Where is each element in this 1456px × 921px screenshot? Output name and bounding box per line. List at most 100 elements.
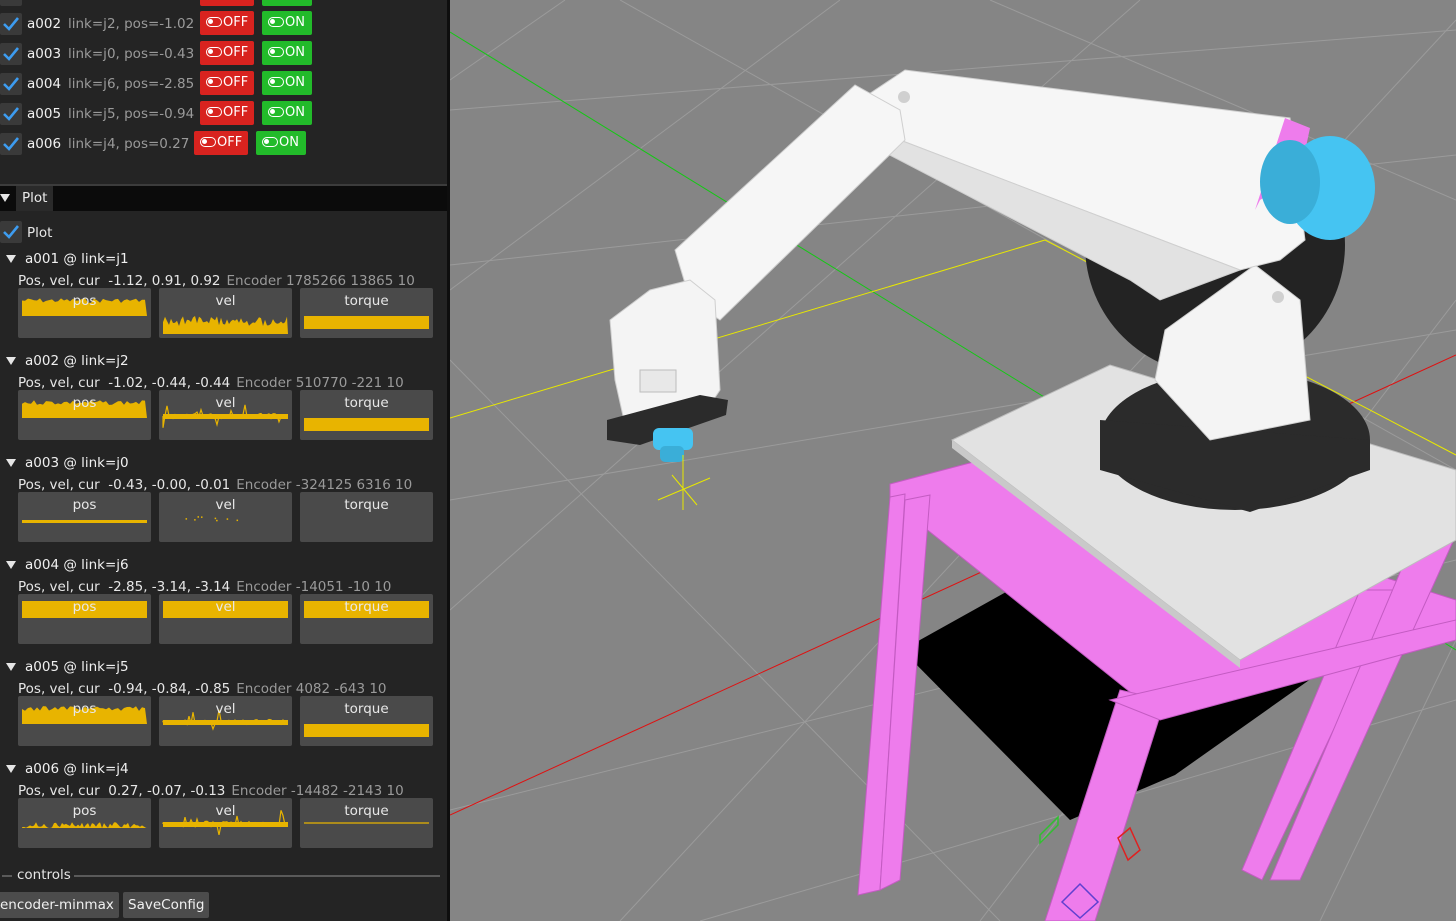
plot-toggle[interactable]: Plot [0, 221, 200, 245]
pos-plot[interactable]: pos [18, 390, 151, 440]
actuator-checkbox[interactable] [0, 0, 22, 6]
plot-tab[interactable]: Plot [16, 186, 54, 211]
off-button[interactable]: OFF [194, 131, 248, 155]
off-button[interactable] [200, 0, 254, 6]
section-header[interactable]: a001 @ link=j1 [0, 250, 300, 270]
vel-plot[interactable]: vel [159, 594, 292, 644]
section-values: Pos, vel, cur -0.43, -0.00, -0.01 Encoder… [18, 477, 412, 493]
collapse-arrow-icon[interactable] [6, 765, 16, 773]
on-button[interactable]: ON [262, 11, 312, 35]
pos-plot[interactable]: pos [18, 288, 151, 338]
on-button[interactable] [262, 0, 312, 6]
actuator-checkbox[interactable] [0, 103, 22, 125]
actuator-plot-section: a005 @ link=j5 Pos, vel, cur -0.94, -0.84… [0, 658, 448, 760]
section-header[interactable]: a004 @ link=j6 [0, 556, 300, 576]
actuator-plot-section: a006 @ link=j4 Pos, vel, cur 0.27, -0.07,… [0, 760, 448, 862]
section-values: Pos, vel, cur -0.94, -0.84, -0.85 Encoder… [18, 681, 387, 697]
vel-plot-label: vel [215, 497, 236, 513]
collapse-arrow-icon[interactable] [6, 459, 16, 467]
encoder-readout: Encoder 510770 -221 10 [236, 375, 404, 391]
encoder-minmax-button[interactable]: encoder-minmax [0, 892, 119, 918]
toggle-on-icon [268, 107, 284, 117]
section-header[interactable]: a006 @ link=j4 [0, 760, 300, 780]
actuator-checkbox[interactable] [0, 133, 22, 155]
values-label: Pos, vel, cur [18, 579, 100, 595]
saveconfig-button[interactable]: SaveConfig [123, 892, 210, 918]
robot-scene [450, 0, 1456, 921]
actuator-plot-section: a003 @ link=j0 Pos, vel, cur -0.43, -0.00… [0, 454, 448, 556]
toggle-on-icon [268, 47, 284, 57]
plot-checkbox[interactable] [0, 221, 22, 243]
collapse-arrow-icon[interactable] [6, 663, 16, 671]
off-button[interactable]: OFF [200, 101, 254, 125]
collapse-arrow-icon[interactable] [0, 194, 10, 202]
pos-plot[interactable]: pos [18, 798, 151, 848]
plot-area [22, 822, 147, 828]
section-header[interactable]: a005 @ link=j5 [0, 658, 300, 678]
vel-plot[interactable]: vel [159, 288, 292, 338]
vel-plot[interactable]: vel [159, 696, 292, 746]
on-button[interactable]: ON [256, 131, 306, 155]
torque-plot[interactable]: torque [300, 594, 433, 644]
controls-title: controls [17, 867, 71, 883]
off-label: OFF [223, 45, 249, 60]
section-title: a006 @ link=j4 [25, 761, 129, 777]
vel-plot-label: vel [215, 599, 236, 615]
off-button[interactable]: OFF [200, 11, 254, 35]
actuator-name: a002 [27, 16, 62, 32]
vel-plot-label: vel [215, 395, 236, 411]
vel-plot[interactable]: vel [159, 492, 292, 542]
off-button[interactable]: OFF [200, 41, 254, 65]
plot-dot [226, 518, 229, 520]
actuator-checkbox[interactable] [0, 13, 22, 35]
actuator-info: link=j0, pos=-0.43 [68, 46, 195, 62]
encoder-readout: Encoder -324125 6316 10 [236, 477, 413, 493]
vel-plot[interactable]: vel [159, 390, 292, 440]
pos-plot-label: pos [72, 701, 97, 717]
on-label: ON [279, 135, 299, 150]
encoder-readout: Encoder 1785266 13865 10 [226, 273, 415, 289]
vel-plot[interactable]: vel [159, 798, 292, 848]
pos-plot-label: pos [72, 599, 97, 615]
section-header[interactable]: a003 @ link=j0 [0, 454, 300, 474]
off-button[interactable]: OFF [200, 71, 254, 95]
3d-viewport[interactable] [450, 0, 1456, 921]
on-button[interactable]: ON [262, 101, 312, 125]
collapse-arrow-icon[interactable] [6, 357, 16, 365]
plot-fill [163, 414, 288, 419]
collapse-arrow-icon[interactable] [6, 255, 16, 263]
torque-plot[interactable]: torque [300, 390, 433, 440]
pos-plot-label: pos [72, 293, 97, 309]
actuator-checkbox[interactable] [0, 43, 22, 65]
plot-area [163, 316, 288, 334]
vel-plot-label: vel [215, 803, 236, 819]
on-button[interactable]: ON [262, 41, 312, 65]
collapse-arrow-icon[interactable] [6, 561, 16, 569]
values-label: Pos, vel, cur [18, 477, 100, 493]
torque-plot[interactable]: torque [300, 288, 433, 338]
on-label: ON [285, 75, 305, 90]
off-label: OFF [223, 15, 249, 30]
section-header[interactable]: a002 @ link=j2 [0, 352, 300, 372]
actuator-info: link=j6, pos=-2.85 [68, 76, 195, 92]
plot-window-header[interactable]: Plot [0, 186, 448, 211]
pos-plot[interactable]: pos [18, 594, 151, 644]
pos-plot[interactable]: pos [18, 696, 151, 746]
vel-plot-label: vel [215, 701, 236, 717]
torque-plot-label: torque [344, 293, 389, 309]
on-button[interactable]: ON [262, 71, 312, 95]
torque-plot[interactable]: torque [300, 696, 433, 746]
plot-dot [236, 519, 239, 522]
section-title: a001 @ link=j1 [25, 251, 129, 267]
pos-plot[interactable]: pos [18, 492, 151, 542]
plot-fill [304, 316, 429, 329]
plot-fill [304, 418, 429, 431]
actuator-row-a005: a005 link=j5, pos=-0.94 OFF ON [0, 101, 448, 127]
values-readout: -1.12, 0.91, 0.92 [108, 273, 221, 289]
toggle-on-icon [268, 77, 284, 87]
on-label: ON [285, 105, 305, 120]
torque-plot[interactable]: torque [300, 798, 433, 848]
section-values: Pos, vel, cur -1.12, 0.91, 0.92 Encoder 1… [18, 273, 415, 289]
actuator-checkbox[interactable] [0, 73, 22, 95]
torque-plot[interactable]: torque [300, 492, 433, 542]
